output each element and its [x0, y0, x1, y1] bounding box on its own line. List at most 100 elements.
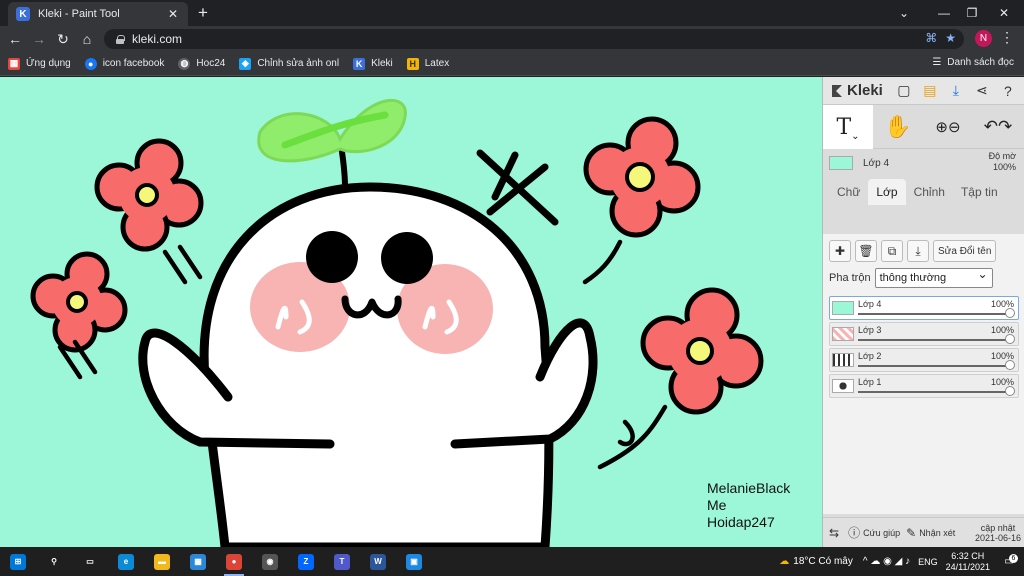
reload-icon[interactable]: ↻ [52, 29, 74, 49]
bookmark-kleki[interactable]: K Kleki [353, 57, 393, 70]
tab-adjust[interactable]: Chỉnh [906, 179, 953, 205]
blend-mode-select[interactable]: thông thường [874, 267, 993, 288]
duplicate-layer-icon[interactable]: ⧉ [881, 240, 903, 262]
add-layer-button[interactable]: ✚ [829, 240, 851, 262]
current-layer-header[interactable]: Lớp 4 Độ mờ 100% [823, 149, 1024, 177]
url-text: kleki.com [132, 32, 183, 46]
layer-opacity-slider[interactable] [858, 313, 1008, 315]
taskbar-store-button[interactable]: ▦ [180, 547, 216, 576]
slider-knob[interactable] [1005, 386, 1015, 396]
slider-knob[interactable] [1005, 334, 1015, 344]
taskbar-zalo-button[interactable]: Z [288, 547, 324, 576]
swap-side-button[interactable]: ⇆ [829, 526, 842, 540]
notification-icon[interactable]: ▭ 6 [998, 554, 1020, 567]
share-icon[interactable]: ⋖ [971, 80, 993, 102]
layer-row[interactable]: Lớp 2 100% [829, 348, 1019, 372]
layer-thumbnail [832, 379, 854, 393]
layer-opacity-slider[interactable] [858, 365, 1008, 367]
lock-icon[interactable] [116, 34, 125, 44]
taskbar-word-button[interactable]: W [360, 547, 396, 576]
drawing-canvas[interactable]: MelanieBlack Me Hoidap247 [0, 77, 822, 547]
feedback-icon: ✎ [906, 525, 917, 540]
tab-title: Kleki - Paint Tool [38, 8, 120, 20]
panel-footer: ⇆ ⓘ Cứu giúp ✎ Nhận xét cập nhật 2021-06… [823, 517, 1024, 547]
help-icon[interactable]: ? [997, 80, 1019, 102]
current-layer-thumbnail [829, 156, 853, 170]
zoom-buttons[interactable]: ⊕⊖ [923, 105, 973, 149]
merge-down-icon[interactable]: ⤓ [907, 240, 929, 262]
home-icon[interactable]: ⌂ [76, 29, 98, 49]
taskbar-edge-button[interactable]: e [108, 547, 144, 576]
layer-row[interactable]: Lớp 3 100% [829, 322, 1019, 346]
taskbar-app-extra-button[interactable]: ▣ [396, 547, 432, 576]
taskbar-chrome-button[interactable]: ● [216, 547, 252, 576]
windows-taskbar: ⊞ ⚲ ▭ e ▬ ▦ ● ◉ Z T W ▣ ☁ 18°C Có mây ^ ☁ ◉ ◢ ♪ ENG… [0, 547, 1024, 576]
bookmark-latex[interactable]: H Latex [406, 57, 449, 70]
kleki-logo[interactable]: Kleki [829, 82, 883, 99]
text-tool-button[interactable]: T ⌄ [823, 105, 873, 149]
forward-arrow-icon[interactable]: → [28, 29, 50, 49]
slider-knob[interactable] [1005, 308, 1015, 318]
bookmark-hoc24[interactable]: ◍ Hoc24 [178, 57, 225, 70]
translate-icon[interactable]: ⌘ [925, 31, 937, 45]
tab-file[interactable]: Tập tin [953, 179, 1006, 205]
opacity-value: 100% [992, 162, 1016, 172]
browser-tab-kleki[interactable]: K Kleki - Paint Tool ✕ [8, 2, 188, 26]
chevron-down-icon[interactable]: ⌄ [851, 131, 859, 142]
bookmark-star-icon[interactable]: ★ [945, 31, 956, 45]
taskbar-start-button[interactable]: ⊞ [0, 547, 36, 576]
new-tab-button[interactable]: + [194, 3, 212, 23]
reading-list-icon: ☰ [932, 57, 942, 68]
tray-icons[interactable]: ^ ☁ ◉ ◢ ♪ [863, 556, 910, 567]
rename-layer-button[interactable]: Sửa Đổi tên [933, 240, 997, 262]
taskbar-search-button[interactable]: ⚲ [36, 547, 72, 576]
taskbar-file-explorer-button[interactable]: ▬ [144, 547, 180, 576]
feedback-label: Nhận xét [919, 527, 956, 538]
bookmark-icon-facebook[interactable]: ● icon facebook [84, 57, 164, 70]
opacity-label: Độ mờ [988, 151, 1016, 161]
layer-opacity-slider[interactable] [858, 391, 1008, 393]
reading-list[interactable]: ☰ Danh sách đọc [932, 57, 1014, 68]
clock[interactable]: 6:32 CH 24/11/2021 [946, 551, 990, 573]
right-eye [381, 232, 433, 284]
new-image-icon[interactable]: ▢ [893, 80, 915, 102]
layer-row[interactable]: Lớp 1 100% [829, 374, 1019, 398]
download-icon[interactable]: ⤓ [945, 80, 967, 102]
layer-opacity-slider[interactable] [858, 339, 1008, 341]
save-icon[interactable]: ▤ [919, 80, 941, 102]
bookmark-apps[interactable]: ▦ Ứng dụng [8, 57, 71, 70]
feedback-button[interactable]: ✎ Nhận xét [906, 526, 955, 540]
update-date: 2021-06-16 [974, 532, 1021, 543]
hand-tool-button[interactable]: ✋ [873, 105, 923, 149]
help-button[interactable]: ⓘ Cứu giúp [848, 524, 900, 541]
slider-knob[interactable] [1005, 360, 1015, 370]
update-info[interactable]: cập nhật 2021-06-16 [975, 523, 1021, 543]
text-tool-icon: T [836, 114, 852, 140]
profile-avatar[interactable]: N [975, 30, 992, 47]
chrome-icon: ● [226, 553, 242, 570]
clock-date: 24/11/2021 [945, 561, 990, 572]
tab-text[interactable]: Chữ [829, 179, 868, 205]
teams-icon: T [334, 553, 350, 570]
tab-search-icon[interactable]: ⌄ [884, 0, 924, 26]
close-tab-icon[interactable]: ✕ [166, 7, 180, 21]
address-bar[interactable]: kleki.com ⌘ ★ [104, 29, 964, 49]
browser-menu-icon[interactable]: ⋮ [1000, 29, 1014, 46]
delete-layer-icon[interactable]: 🗑 [855, 240, 877, 262]
close-window-button[interactable]: ✕ [984, 0, 1024, 26]
layer-row[interactable]: Lớp 4 100% [829, 296, 1019, 320]
bookmark-photo-editor[interactable]: ◈ Chỉnh sửa ảnh onl [239, 57, 339, 70]
layers-panel: ✚ 🗑 ⧉ ⤓ Sửa Đổi tên Pha trộn thông thườn… [823, 234, 1024, 514]
taskbar-teams-button[interactable]: T [324, 547, 360, 576]
tab-layers[interactable]: Lớp [868, 179, 906, 205]
language-indicator[interactable]: ENG [918, 557, 938, 567]
weather-text[interactable]: 18°C Có mây [793, 556, 853, 567]
blend-mode-row: Pha trộn thông thường [829, 267, 1019, 288]
undo-redo-buttons[interactable]: ↶↷ [973, 105, 1023, 149]
browser-tabstrip: K Kleki - Paint Tool ✕ + ⌄ — ❐ ✕ [0, 0, 1024, 26]
word-icon: W [370, 553, 386, 570]
undo-redo-icon: ↶↷ [983, 117, 1013, 136]
taskbar-task-view-button[interactable]: ▭ [72, 547, 108, 576]
taskbar-camera-button[interactable]: ◉ [252, 547, 288, 576]
back-arrow-icon[interactable]: ← [4, 29, 26, 49]
